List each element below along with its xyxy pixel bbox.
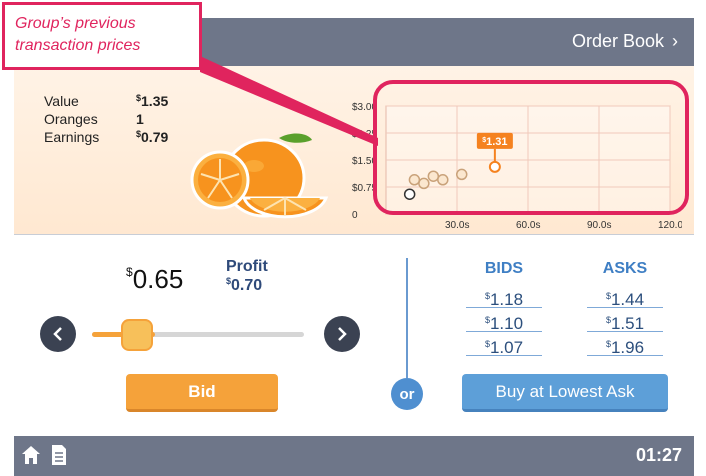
- annotation-callout: Group’s previous transaction prices: [2, 2, 202, 70]
- chart-highlight-box: [373, 80, 689, 215]
- callout-pointer: [200, 56, 378, 146]
- annotation-text: Group’s previous transaction prices: [15, 15, 141, 54]
